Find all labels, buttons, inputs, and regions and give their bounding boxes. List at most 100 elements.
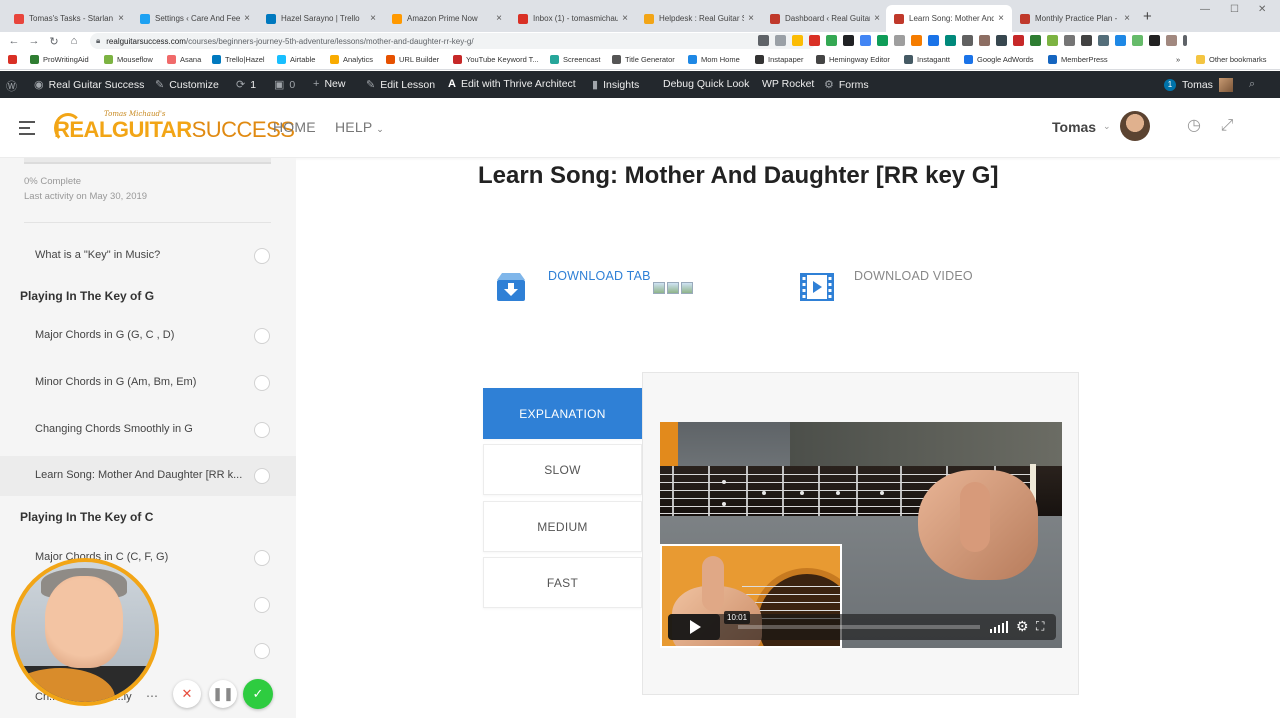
- extension-icon[interactable]: [826, 35, 837, 46]
- lesson-complete-circle-icon[interactable]: [254, 468, 270, 484]
- close-tab-icon[interactable]: ×: [622, 13, 628, 24]
- recorder-finish-button[interactable]: ✓: [243, 679, 273, 709]
- extension-icon[interactable]: [894, 35, 905, 46]
- sidebar-lesson-item[interactable]: Minor Chords in G (Am, Bm, Em): [0, 363, 296, 403]
- extension-icon[interactable]: [1098, 35, 1109, 46]
- sidebar-lesson-item[interactable]: Changing Chords Smoothly in G: [0, 410, 296, 450]
- extension-icon[interactable]: [877, 35, 888, 46]
- bookmark-star-icon[interactable]: [792, 35, 803, 46]
- extension-icon[interactable]: [1132, 35, 1143, 46]
- bookmark-item[interactable]: Instapaper: [755, 55, 803, 64]
- video-timeline[interactable]: 10:01: [724, 611, 980, 629]
- speed-tab-medium[interactable]: MEDIUM: [483, 501, 642, 552]
- forward-icon[interactable]: →: [24, 35, 44, 47]
- volume-icon[interactable]: [990, 621, 1008, 633]
- browser-tab[interactable]: Helpdesk : Real Guitar Su ×: [636, 5, 762, 32]
- bookmark-item[interactable]: Airtable: [277, 55, 315, 64]
- bookmark-item[interactable]: YouTube Keyword T...: [453, 55, 539, 64]
- close-tab-icon[interactable]: ×: [998, 13, 1004, 24]
- wp-user-account[interactable]: 1 Tomas: [1164, 78, 1233, 92]
- wp-thrive-architect[interactable]: A Edit with Thrive Architect: [448, 78, 576, 90]
- browser-tab[interactable]: Settings ‹ Care And Fee ×: [132, 5, 258, 32]
- bookmark-item[interactable]: Instagantt: [904, 55, 950, 64]
- bookmark-item[interactable]: Hemingway Editor: [816, 55, 890, 64]
- extension-icon[interactable]: [945, 35, 956, 46]
- extension-icon[interactable]: [860, 35, 871, 46]
- lesson-complete-circle-icon[interactable]: [254, 597, 270, 613]
- close-tab-icon[interactable]: ×: [748, 13, 754, 24]
- extension-icon[interactable]: [1013, 35, 1024, 46]
- bookmark-item[interactable]: URL Builder: [386, 55, 439, 64]
- sidebar-lesson-current[interactable]: Learn Song: Mother And Daughter [RR k...: [0, 456, 296, 496]
- lesson-complete-circle-icon[interactable]: [254, 248, 270, 264]
- sidebar-lesson-item[interactable]: Major Chords in G (G, C , D): [0, 316, 296, 356]
- new-tab-button[interactable]: +: [1143, 8, 1152, 25]
- close-tab-icon[interactable]: ×: [118, 13, 124, 24]
- video-player[interactable]: 10:01 ⚙ ⛶: [660, 422, 1062, 648]
- extension-icon[interactable]: [1047, 35, 1058, 46]
- browser-tab[interactable]: Learn Song: Mother And ×: [886, 5, 1012, 32]
- wp-updates[interactable]: ⟳ 1: [236, 78, 256, 92]
- wp-site-name[interactable]: ◉ Real Guitar Success: [34, 78, 144, 92]
- maximize-window-icon[interactable]: ☐: [1230, 4, 1239, 15]
- extension-icon[interactable]: [809, 35, 820, 46]
- bookmark-item[interactable]: Trello|Hazel: [212, 55, 265, 64]
- extension-icon[interactable]: [928, 35, 939, 46]
- nav-home[interactable]: HOME: [273, 119, 316, 135]
- chrome-menu-icon[interactable]: [1183, 35, 1187, 46]
- lesson-complete-circle-icon[interactable]: [254, 422, 270, 438]
- bookmark-item[interactable]: Analytics: [330, 55, 373, 64]
- bookmark-item[interactable]: Google AdWords: [964, 55, 1034, 64]
- back-icon[interactable]: ←: [4, 35, 24, 47]
- download-box-icon[interactable]: [494, 270, 528, 304]
- reload-icon[interactable]: ↻: [44, 35, 64, 48]
- close-tab-icon[interactable]: ×: [874, 13, 880, 24]
- wp-customize[interactable]: ✎ Customize: [155, 78, 219, 92]
- browser-tab[interactable]: Hazel Sarayno | Trello ×: [258, 5, 384, 32]
- extension-icon[interactable]: [962, 35, 973, 46]
- extension-icon[interactable]: [843, 35, 854, 46]
- wp-debug[interactable]: Debug Quick Look: [663, 78, 749, 90]
- extension-icon[interactable]: [979, 35, 990, 46]
- apps-icon[interactable]: [8, 55, 21, 64]
- film-icon[interactable]: [800, 272, 834, 302]
- url-input[interactable]: 🔒︎ realguitarsuccess.com/courses/beginne…: [90, 33, 816, 49]
- wp-forms[interactable]: ⚙ Forms: [824, 78, 869, 92]
- more-bookmarks-icon[interactable]: »: [1176, 55, 1180, 64]
- extension-icon[interactable]: [1030, 35, 1041, 46]
- play-button[interactable]: [668, 614, 720, 640]
- browser-tab[interactable]: Dashboard ‹ Real Guitar ×: [762, 5, 888, 32]
- wp-comments[interactable]: ▣ 0: [274, 78, 295, 92]
- history-clock-icon[interactable]: ◷: [1185, 117, 1203, 135]
- bookmark-item[interactable]: Mom Home: [688, 55, 740, 64]
- browser-tab[interactable]: Tomas's Tasks - Starlan ×: [6, 5, 132, 32]
- site-logo[interactable]: Tomas Michaud's REALGUITARSUCCESS: [54, 110, 295, 146]
- wordpress-logo-icon[interactable]: Ⓦ: [6, 78, 22, 94]
- zoom-icon[interactable]: [775, 35, 786, 46]
- speed-tab-fast[interactable]: FAST: [483, 557, 642, 608]
- wp-insights[interactable]: ▮ Insights: [592, 78, 639, 92]
- bookmark-item[interactable]: Other bookmarks: [1196, 55, 1267, 64]
- header-user-name[interactable]: Tomas: [1052, 119, 1096, 135]
- bookmark-item[interactable]: Screencast: [550, 55, 601, 64]
- nav-help[interactable]: HELP ⌄: [335, 119, 384, 135]
- extension-icon[interactable]: [1064, 35, 1075, 46]
- home-icon[interactable]: ⌂: [64, 35, 84, 47]
- lesson-complete-circle-icon[interactable]: [254, 328, 270, 344]
- browser-tab[interactable]: Inbox (1) - tomasmichau ×: [510, 5, 636, 32]
- bookmark-item[interactable]: Asana: [167, 55, 201, 64]
- settings-gear-icon[interactable]: ⚙: [1016, 619, 1029, 633]
- header-user-avatar[interactable]: [1120, 111, 1150, 141]
- recorder-more-icon[interactable]: ⋯: [146, 689, 158, 703]
- speed-tab-slow[interactable]: SLOW: [483, 444, 642, 495]
- lesson-complete-circle-icon[interactable]: [254, 375, 270, 391]
- recorder-pause-button[interactable]: ❚❚: [209, 680, 237, 708]
- download-video-link[interactable]: DOWNLOAD VIDEO: [854, 269, 973, 283]
- download-tab-link[interactable]: DOWNLOAD TAB: [548, 269, 651, 283]
- browser-tab[interactable]: Monthly Practice Plan - ×: [1012, 5, 1138, 32]
- bookmark-item[interactable]: Mouseflow: [104, 55, 153, 64]
- close-tab-icon[interactable]: ×: [496, 13, 502, 24]
- hamburger-menu-icon[interactable]: [19, 121, 35, 139]
- close-tab-icon[interactable]: ×: [1124, 13, 1130, 24]
- bookmark-item[interactable]: Title Generator: [612, 55, 675, 64]
